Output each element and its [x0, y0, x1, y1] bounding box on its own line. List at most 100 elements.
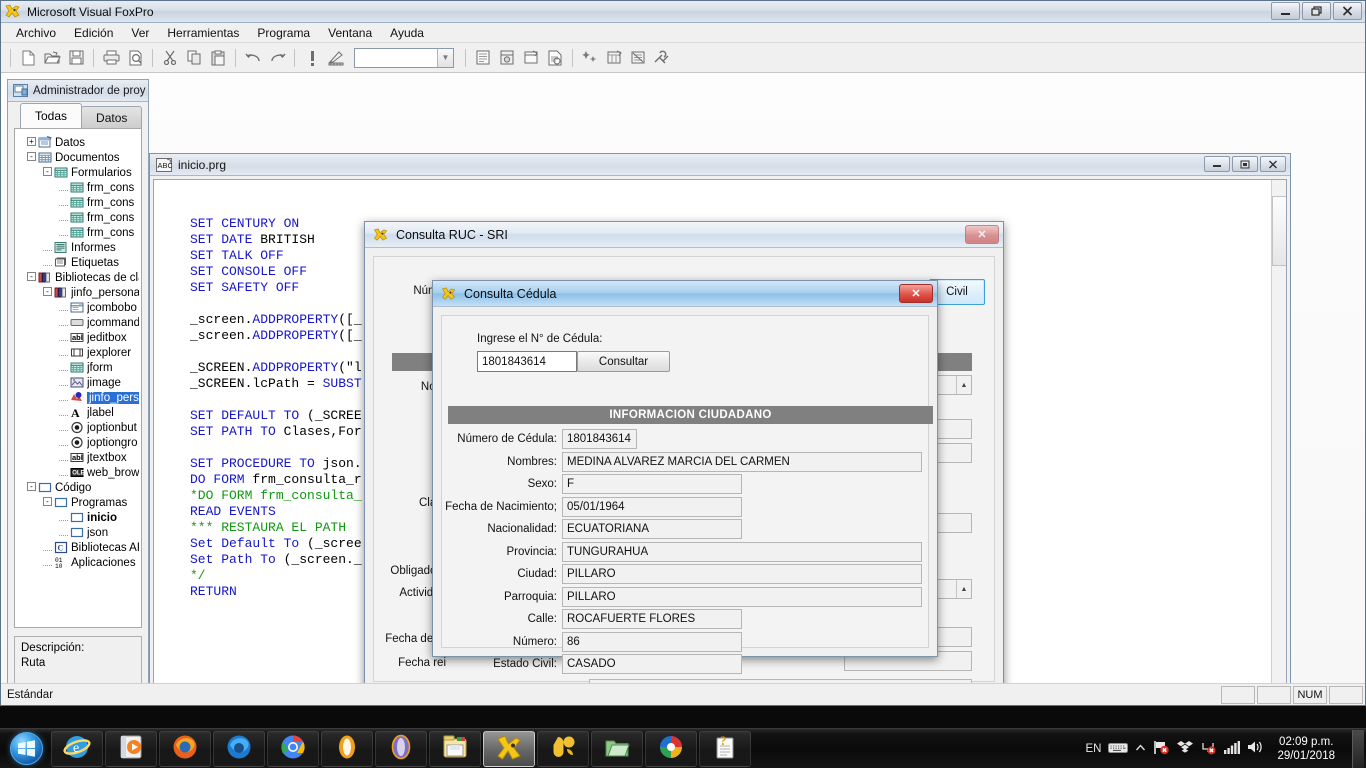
ruc-actividad-spinner[interactable]: ▲▼ [956, 580, 971, 598]
tree-item-frm-cons[interactable]: frm_cons [19, 180, 139, 195]
ruc-nombre-spinner[interactable]: ▲▼ [956, 376, 971, 394]
cedula-input[interactable]: 1801843614 [477, 351, 577, 372]
copy-icon[interactable] [182, 46, 206, 70]
menu-ayuda[interactable]: Ayuda [381, 24, 433, 42]
tree-expander[interactable]: + [27, 137, 38, 148]
taskbar-item-firefox[interactable] [159, 730, 211, 767]
tree-item-web-brow[interactable]: OLE web_brow [19, 465, 139, 480]
cedula-field-input[interactable]: CASADO [562, 654, 742, 675]
tree-expander[interactable]: - [27, 272, 38, 283]
show-desktop-button[interactable] [1352, 729, 1364, 768]
taskbar-item-windows-media-player[interactable] [105, 730, 157, 767]
tree-item-bibliotecas-de-cla[interactable]: - Bibliotecas de cla [19, 270, 139, 285]
volume-icon[interactable] [1247, 740, 1264, 757]
new-icon[interactable] [16, 46, 40, 70]
signal-icon[interactable] [1224, 740, 1241, 757]
tree-item-documentos[interactable]: - Documentos [19, 150, 139, 165]
taskbar-item-firefox-developer[interactable] [213, 730, 265, 767]
app-restore-button[interactable] [1302, 2, 1331, 20]
keyboard-icon[interactable] [1108, 741, 1129, 757]
tree-item-jcombobo[interactable]: jcombobo [19, 300, 139, 315]
cedula-field-input[interactable]: 86 [562, 631, 742, 652]
dropbox-icon[interactable] [1177, 740, 1194, 757]
network-error-icon[interactable] [1200, 740, 1217, 758]
taskbar-item-google-chrome[interactable] [267, 730, 319, 767]
toolbar-combo[interactable]: ▼ [354, 47, 454, 68]
undo-icon[interactable] [241, 46, 265, 70]
taskbar-item-folder[interactable] [591, 730, 643, 767]
tree-item-jexplorer[interactable]: jexplorer [19, 345, 139, 360]
tree-item-jeditbox[interactable]: abl jeditbox [19, 330, 139, 345]
tree-item-c-digo[interactable]: - Código [19, 480, 139, 495]
tree-item-jlabel[interactable]: Ajlabel [19, 405, 139, 420]
show-hidden-icons-icon[interactable] [1135, 743, 1146, 755]
tree-item-formularios[interactable]: - Formularios [19, 165, 139, 180]
cedula-dialog-close-button[interactable]: ✕ [899, 284, 933, 303]
tree-item-bibliotecas-ap[interactable]: C Bibliotecas AP [19, 540, 139, 555]
tree-item-jtextbox[interactable]: abl jtextbox [19, 450, 139, 465]
cedula-field-input[interactable]: PILLARO [562, 586, 922, 607]
app-minimize-button[interactable] [1271, 2, 1300, 20]
tree-item-jimage[interactable]: jimage [19, 375, 139, 390]
taskbar-item-internet-explorer[interactable]: e [51, 730, 103, 767]
tree-item-datos[interactable]: + Datos [19, 135, 139, 150]
form-designer-icon[interactable] [519, 46, 543, 70]
build-icon[interactable] [324, 46, 348, 70]
print-preview-icon[interactable] [123, 46, 147, 70]
cedula-field-input[interactable]: ECUATORIANA [562, 519, 742, 540]
tree-item-json[interactable]: json [19, 525, 139, 540]
menu-programa[interactable]: Programa [248, 24, 319, 42]
tree-item-jinfo-persona[interactable]: - jinfo_persona [19, 285, 139, 300]
command-window-icon[interactable] [471, 46, 495, 70]
taskbar-item-help-document[interactable]: ? [699, 730, 751, 767]
data-session-icon[interactable] [495, 46, 519, 70]
tree-item-etiquetas[interactable]: Etiquetas [19, 255, 139, 270]
redo-icon[interactable] [265, 46, 289, 70]
menu-herramientas[interactable]: Herramientas [158, 24, 248, 42]
tools-icon[interactable] [650, 46, 674, 70]
run-icon[interactable] [300, 46, 324, 70]
editor-restore-button[interactable] [1232, 156, 1258, 172]
tree-item-jcommand[interactable]: jcommand [19, 315, 139, 330]
paste-icon[interactable] [206, 46, 230, 70]
tree-expander[interactable]: - [27, 152, 38, 163]
spinner-up-icon[interactable]: ▲ [957, 376, 971, 394]
app-close-button[interactable] [1333, 2, 1362, 20]
report-designer-icon[interactable] [543, 46, 567, 70]
editor-minimize-button[interactable] [1204, 156, 1230, 172]
taskbar-item-utorrent[interactable] [537, 730, 589, 767]
cedula-field-input[interactable]: 1801843614 [562, 429, 637, 450]
tree-item-frm-cons[interactable]: frm_cons [19, 225, 139, 240]
tree-item-inicio[interactable]: inicio [19, 510, 139, 525]
taskbar-clock[interactable]: 02:09 p.m. 29/01/2018 [1271, 735, 1341, 763]
taskbar-item-photo-viewer[interactable] [645, 730, 697, 767]
cut-icon[interactable] [158, 46, 182, 70]
taskbar-item-file-explorer[interactable] [429, 730, 481, 767]
ruc-input-categoria[interactable]: Grande [589, 679, 972, 683]
cedula-field-input[interactable]: F [562, 474, 742, 495]
database-icon[interactable] [602, 46, 626, 70]
print-icon[interactable] [99, 46, 123, 70]
cedula-field-input[interactable]: PILLARO [562, 564, 922, 585]
tab-todas[interactable]: Todas [20, 103, 83, 128]
tree-expander[interactable]: - [43, 287, 54, 298]
cedula-field-input[interactable]: 05/01/1964 [562, 496, 742, 517]
menu-ventana[interactable]: Ventana [319, 24, 381, 42]
tree-expander[interactable]: - [43, 497, 54, 508]
vertical-scroll-thumb[interactable] [1272, 196, 1286, 266]
taskbar-item-opera[interactable] [321, 730, 373, 767]
taskbar-item-maxthon[interactable] [375, 730, 427, 767]
tree-item-informes[interactable]: Informes [19, 240, 139, 255]
start-button[interactable] [2, 730, 50, 768]
spinner-up-icon[interactable]: ▲ [957, 580, 971, 598]
chevron-down-icon[interactable]: ▼ [437, 48, 453, 67]
save-icon[interactable] [64, 46, 88, 70]
cedula-field-input[interactable]: TUNGURAHUA [562, 541, 922, 562]
editor-vertical-scrollbar[interactable]: ▲ ▼ [1271, 180, 1286, 683]
editor-close-button[interactable] [1260, 156, 1286, 172]
class-browser-icon[interactable] [626, 46, 650, 70]
tree-item-programas[interactable]: - Programas [19, 495, 139, 510]
cedula-field-input[interactable]: MEDINA ALVAREZ MARCIA DEL CARMEN [562, 451, 922, 472]
tree-item-aplicaciones[interactable]: 01 10 Aplicaciones [19, 555, 139, 570]
cedula-consultar-button[interactable]: Consultar [577, 351, 670, 372]
